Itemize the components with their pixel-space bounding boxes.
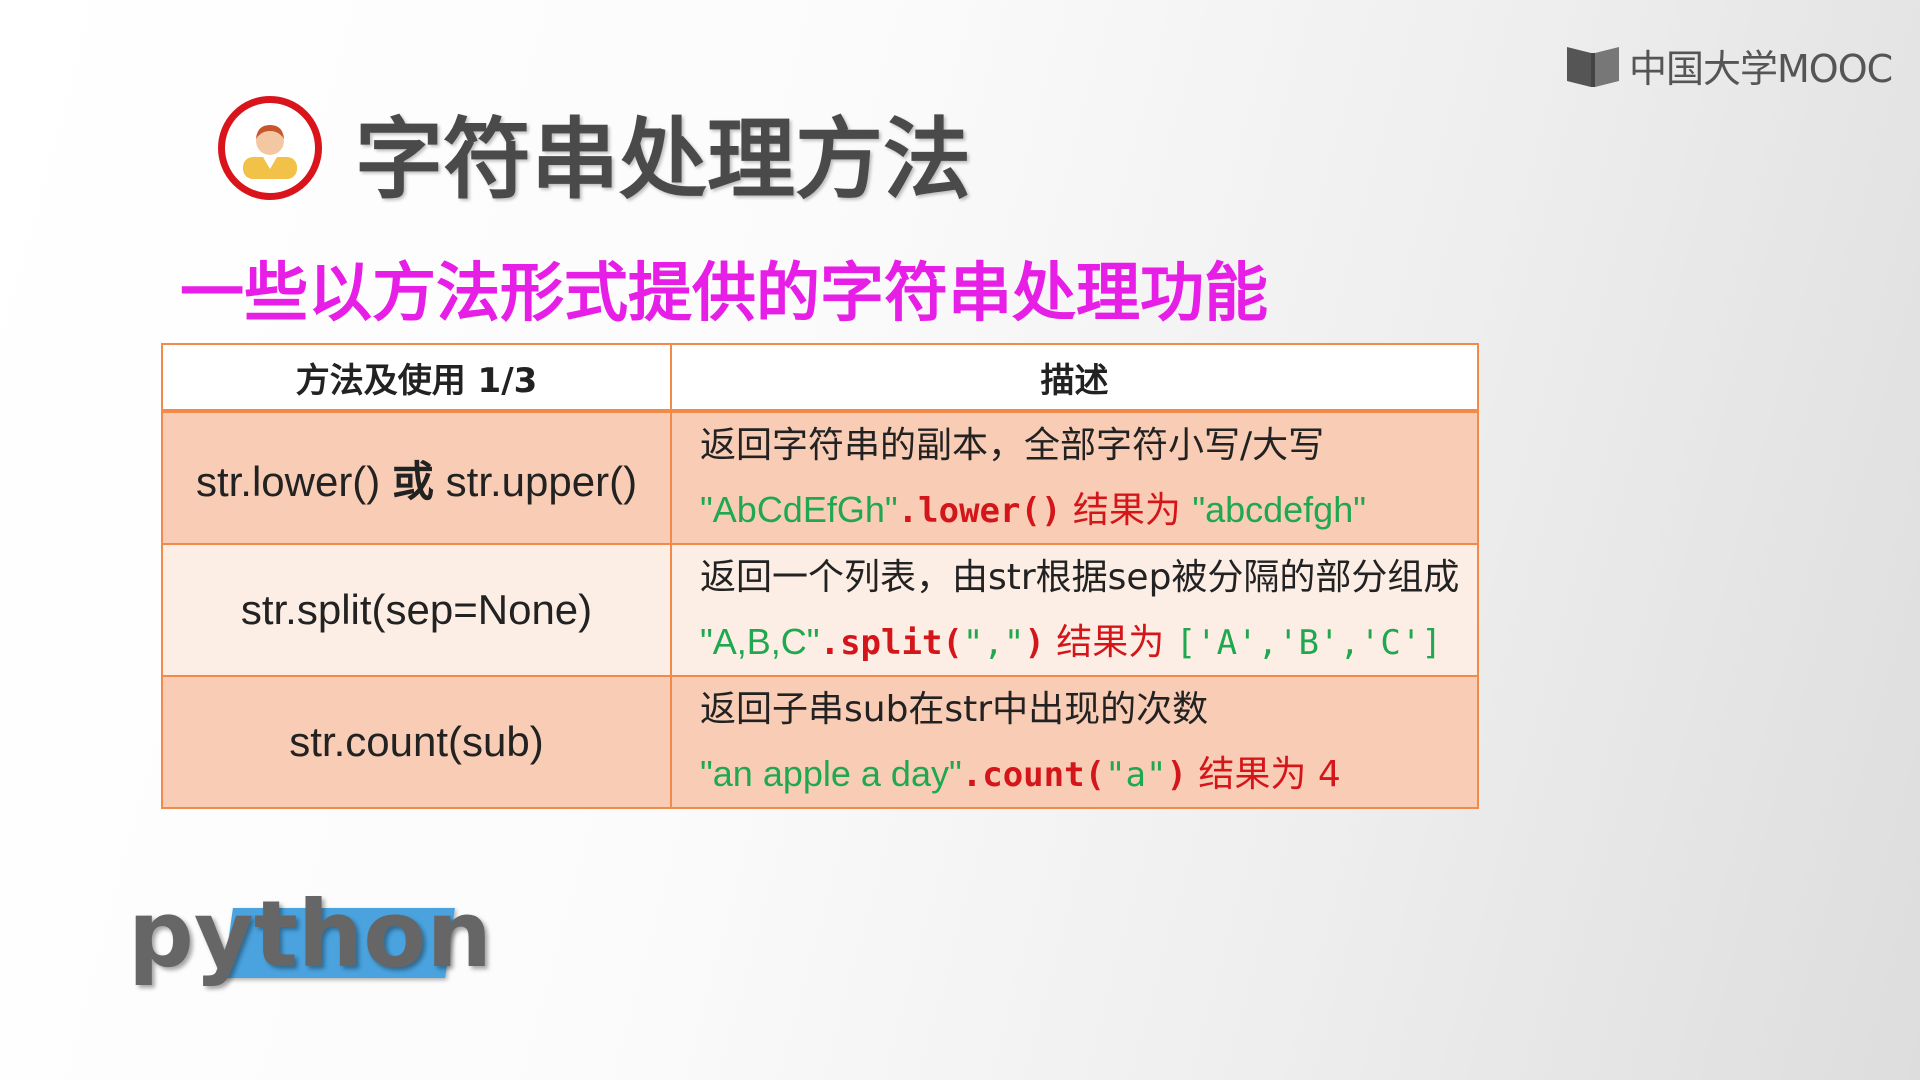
example-input: "AbCdEfGh" — [700, 488, 898, 530]
example-arg: "," — [962, 622, 1025, 663]
method-name: str.upper() — [445, 457, 638, 505]
example-output: 4 — [1317, 753, 1341, 795]
table-header-row: 方法及使用 1/3 描述 — [161, 343, 1479, 413]
table-row: str.count(sub) 返回子串sub在str中出现的次数 "an app… — [161, 675, 1479, 809]
presenter-avatar — [218, 96, 322, 200]
mooc-book-icon — [1567, 47, 1619, 87]
slide-subtitle: 一些以方法形式提供的字符串处理功能 — [180, 257, 1268, 331]
python-logo-text: python — [128, 881, 493, 988]
description-cell: 返回字符串的副本，全部字符小写/大写 "AbCdEfGh".lower() 结果… — [670, 410, 1479, 545]
example-line: "AbCdEfGh".lower() 结果为 "abcdefgh" — [700, 478, 1477, 543]
example-input: "A,B,C" — [700, 620, 820, 662]
mooc-logo-text: 中国大学MOOC — [1629, 46, 1893, 91]
method-or-keyword: 或 — [391, 457, 434, 505]
method-name: str.lower() — [195, 457, 381, 505]
method-name: str.split(sep=None) — [240, 586, 593, 633]
example-call-open: .count( — [961, 754, 1106, 795]
example-line: "an apple a day".count("a") 结果为 4 — [700, 742, 1477, 807]
method-name: str.count(sub) — [289, 718, 544, 765]
person-avatar-icon — [243, 125, 297, 179]
example-result-label: 结果为 — [1044, 621, 1176, 663]
description-cell: 返回子串sub在str中出现的次数 "an apple a day".count… — [670, 675, 1479, 809]
example-input: "an apple a day" — [700, 752, 962, 794]
example-result-label: 结果为 — [1061, 489, 1193, 531]
example-call-close: ) — [1166, 754, 1187, 795]
example-output: ['A','B','C'] — [1175, 622, 1442, 663]
description-text: 返回一个列表，由str根据sep被分隔的部分组成 — [700, 556, 1460, 598]
mooc-logo: 中国大学MOOC — [1565, 40, 1893, 91]
example-call: .lower() — [897, 490, 1062, 531]
python-logo: python — [128, 880, 492, 1000]
table-row: str.lower() 或 str.upper() 返回字符串的副本，全部字符小… — [161, 410, 1479, 545]
example-result-label: 结果为 — [1186, 753, 1318, 795]
method-cell: str.lower() 或 str.upper() — [161, 410, 672, 545]
example-call-close: ) — [1024, 622, 1045, 663]
description-text: 返回字符串的副本，全部字符小写/大写 — [700, 424, 1325, 466]
header-description: 描述 — [670, 343, 1479, 413]
method-cell: str.count(sub) — [161, 675, 672, 809]
header-method: 方法及使用 1/3 — [161, 343, 672, 413]
description-cell: 返回一个列表，由str根据sep被分隔的部分组成 "A,B,C".split("… — [670, 543, 1479, 677]
example-call-open: .split( — [819, 622, 963, 663]
example-arg: "a" — [1105, 754, 1167, 795]
description-text: 返回子串sub在str中出现的次数 — [700, 688, 1209, 730]
table-row: str.split(sep=None) 返回一个列表，由str根据sep被分隔的… — [161, 543, 1479, 677]
method-cell: str.split(sep=None) — [161, 543, 672, 677]
string-methods-table: 方法及使用 1/3 描述 str.lower() 或 str.upper() 返… — [161, 343, 1479, 809]
example-output: "abcdefgh" — [1192, 488, 1367, 530]
slide-title: 字符串处理方法 — [355, 108, 972, 211]
example-line: "A,B,C".split(",") 结果为 ['A','B','C'] — [700, 610, 1477, 675]
